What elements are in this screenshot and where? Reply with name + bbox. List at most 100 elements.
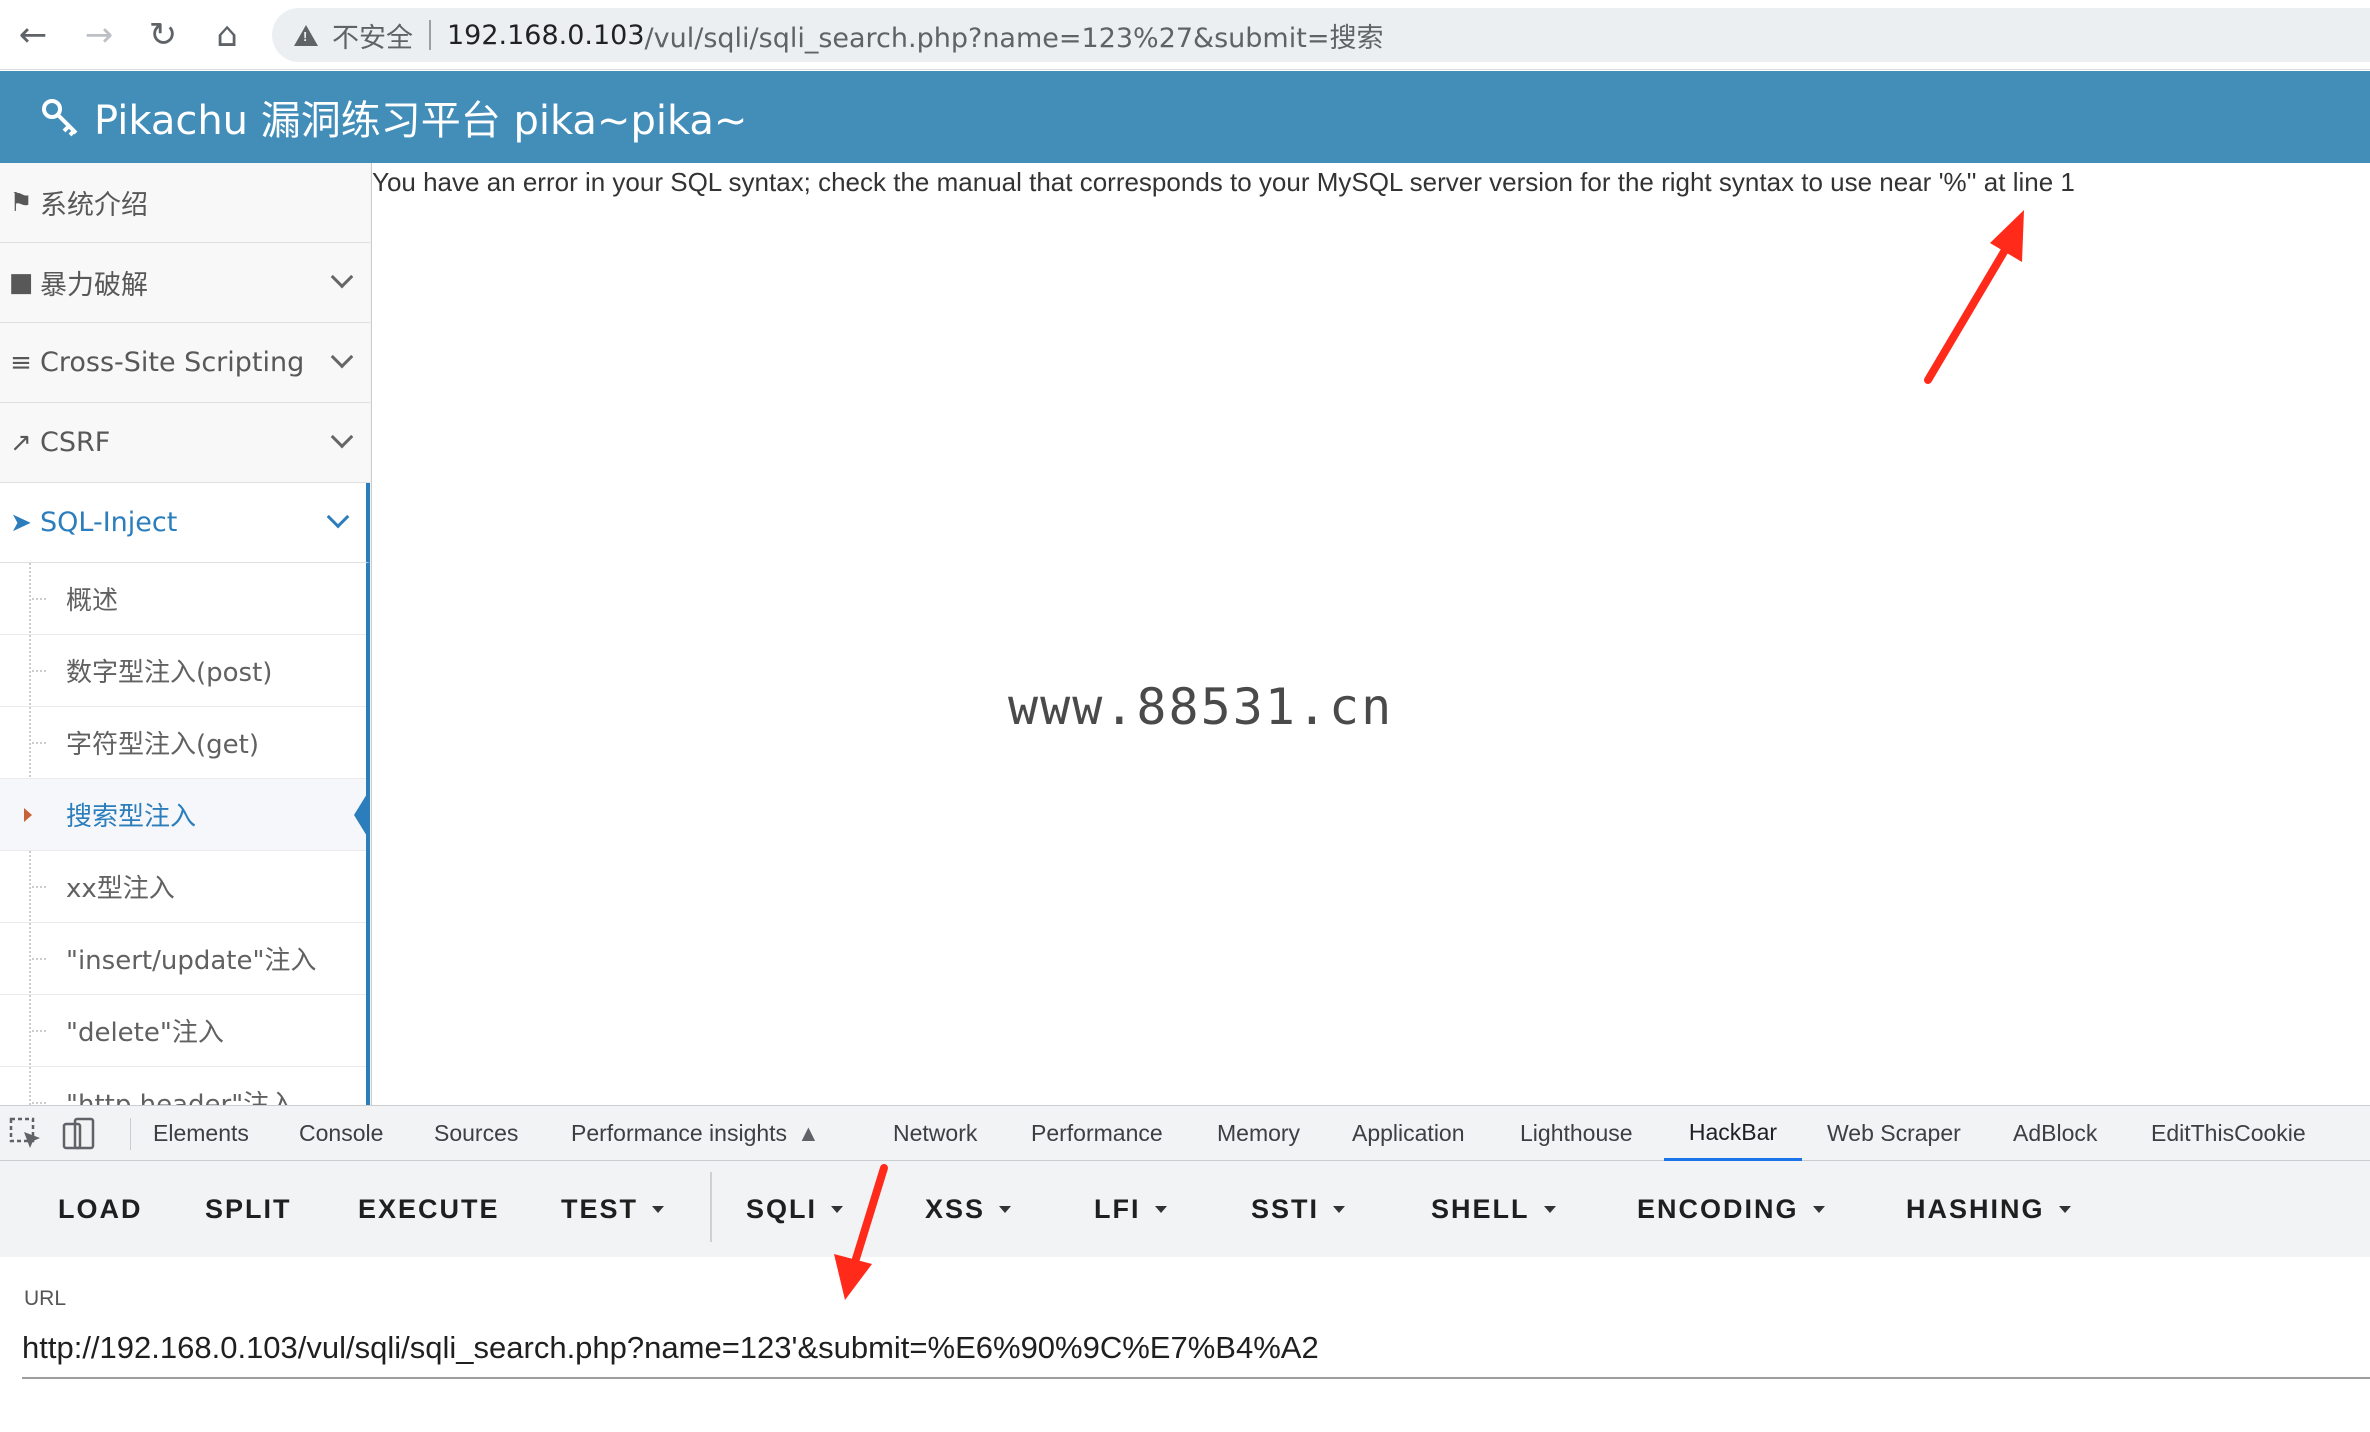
dropdown-arrow-icon [831,1205,844,1213]
button-label: SQLI [746,1193,818,1224]
submenu-item-delete[interactable]: "delete"注入 [0,995,366,1067]
sqli-dropdown[interactable]: SQLI [746,1189,844,1229]
chevron-down-icon [330,345,354,369]
tab-application[interactable]: Application [1352,1106,1465,1161]
sidebar-item-label: CSRF [40,427,111,458]
submenu-item-label: 搜索型注入 [66,802,197,832]
address-bar[interactable]: 不安全 192.168.0.103/vul/sqli/sqli_search.p… [272,8,2370,62]
device-toolbar-icon[interactable] [60,1116,96,1152]
dropdown-arrow-icon [1812,1205,1825,1213]
devtools-divider [130,1118,131,1150]
button-label: HASHING [1906,1193,2045,1224]
execute-button[interactable]: EXECUTE [358,1189,500,1229]
tab-memory[interactable]: Memory [1217,1106,1300,1161]
button-label: SHELL [1431,1193,1530,1224]
tab-console[interactable]: Console [299,1106,383,1161]
address-divider [429,20,431,50]
split-button[interactable]: SPLIT [205,1189,292,1229]
forward-arrow-icon[interactable]: → [76,12,122,58]
submenu-item-search[interactable]: 搜索型注入 [0,779,370,851]
submenu-item-numeric-post[interactable]: 数字型注入(post) [0,635,366,707]
url-host: 192.168.0.103 [447,19,645,51]
button-label: TEST [561,1193,639,1224]
active-indicator [354,789,370,841]
hackbar-divider [710,1172,712,1242]
tab-hackbar[interactable]: HackBar [1664,1106,1802,1161]
dropdown-arrow-icon [1154,1205,1167,1213]
security-label: 不安全 [332,22,413,54]
tree-connector [32,598,46,600]
sidebar-item-label: 暴力破解 [40,270,148,301]
submenu-item-label: 概述 [66,586,119,616]
sqli-submenu: 概述 数字型注入(post) 字符型注入(get) 搜索型注入 xx型注入 "i… [0,563,370,1105]
button-label: SPLIT [205,1193,292,1224]
sidebar-item-sqli[interactable]: ➤ SQL-Inject [0,483,370,563]
sidebar-item-xss[interactable]: ≡ Cross-Site Scripting [0,323,370,403]
tree-connector [32,670,46,672]
submenu-item-http-header[interactable]: "http header"注入 [0,1067,366,1105]
url-field-label: URL [24,1287,67,1310]
ssti-dropdown[interactable]: SSTI [1251,1189,1346,1229]
back-arrow-icon[interactable]: ← [10,12,56,58]
tab-elements[interactable]: Elements [153,1106,249,1161]
submenu-item-overview[interactable]: 概述 [0,563,366,635]
key-icon [42,99,78,137]
tag-icon: ⚑ [9,187,33,218]
tab-lighthouse[interactable]: Lighthouse [1520,1106,1633,1161]
inspect-element-icon[interactable] [8,1116,44,1152]
warning-icon [294,24,318,46]
submenu-item-xx[interactable]: xx型注入 [0,851,366,923]
load-button[interactable]: LOAD [58,1189,143,1229]
hackbar-url-panel: URL [0,1257,2370,1432]
app-title: Pikachu 漏洞练习平台 pika~pika~ [94,98,748,144]
hashing-dropdown[interactable]: HASHING [1906,1189,2071,1229]
button-label: SSTI [1251,1193,1320,1224]
tab-performance[interactable]: Performance [1031,1106,1163,1161]
dropdown-arrow-icon [999,1205,1012,1213]
encoding-dropdown[interactable]: ENCODING [1637,1189,1825,1229]
flask-icon: ▲ [797,1120,820,1146]
test-dropdown[interactable]: TEST [561,1189,665,1229]
button-label: XSS [925,1193,986,1224]
sidebar-item-label: SQL-Inject [40,507,178,538]
fighter-jet-icon: ➤ [10,507,32,538]
sidebar-item-label: Cross-Site Scripting [40,347,305,378]
tree-connector [32,1030,46,1032]
watermark: www.88531.cn [1008,678,1394,736]
xss-dropdown[interactable]: XSS [925,1189,1012,1229]
dropdown-arrow-icon [1333,1205,1346,1213]
submenu-item-label: "delete"注入 [66,1018,224,1048]
sidebar: ⚑ 系统介绍 ■ 暴力破解 ≡ Cross-Site Scripting ↗ C… [0,163,372,1105]
chevron-down-icon [330,265,354,289]
sidebar-item-bruteforce[interactable]: ■ 暴力破解 [0,243,370,323]
tab-adblock[interactable]: AdBlock [2013,1106,2097,1161]
app-header: Pikachu 漏洞练习平台 pika~pika~ [0,71,2370,163]
sql-error-message: You have an error in your SQL syntax; ch… [372,167,2075,197]
tab-web-scraper[interactable]: Web Scraper [1827,1106,1961,1161]
tab-network[interactable]: Network [893,1106,977,1161]
submenu-item-insert-update[interactable]: "insert/update"注入 [0,923,366,995]
tab-label: Performance insights [571,1120,788,1146]
submenu-item-string-get[interactable]: 字符型注入(get) [0,707,366,779]
dropdown-arrow-icon [652,1205,665,1213]
button-label: LFI [1094,1193,1141,1224]
share-icon: ↗ [10,427,32,458]
browser-toolbar: ← → ↻ ⌂ 不安全 192.168.0.103/vul/sqli/sqli_… [0,0,2370,70]
tab-sources[interactable]: Sources [434,1106,518,1161]
tree-connector [32,958,46,960]
tab-performance-insights[interactable]: Performance insights ▲ [571,1106,820,1161]
shell-dropdown[interactable]: SHELL [1431,1189,1556,1229]
devtools-tabbar: Elements Console Sources Performance ins… [0,1105,2370,1161]
button-label: ENCODING [1637,1193,1799,1224]
sidebar-item-csrf[interactable]: ↗ CSRF [0,403,370,483]
tree-connector [32,1102,46,1104]
tab-editthiscookie[interactable]: EditThisCookie [2151,1106,2306,1161]
url-field[interactable] [22,1319,2370,1379]
sidebar-item-intro[interactable]: ⚑ 系统介绍 [0,163,370,243]
home-icon[interactable]: ⌂ [204,12,250,58]
chevron-down-icon [326,505,350,529]
submenu-item-label: "http header"注入 [66,1090,296,1105]
submenu-item-label: 字符型注入(get) [66,730,259,760]
lfi-dropdown[interactable]: LFI [1094,1189,1167,1229]
reload-icon[interactable]: ↻ [140,12,186,58]
